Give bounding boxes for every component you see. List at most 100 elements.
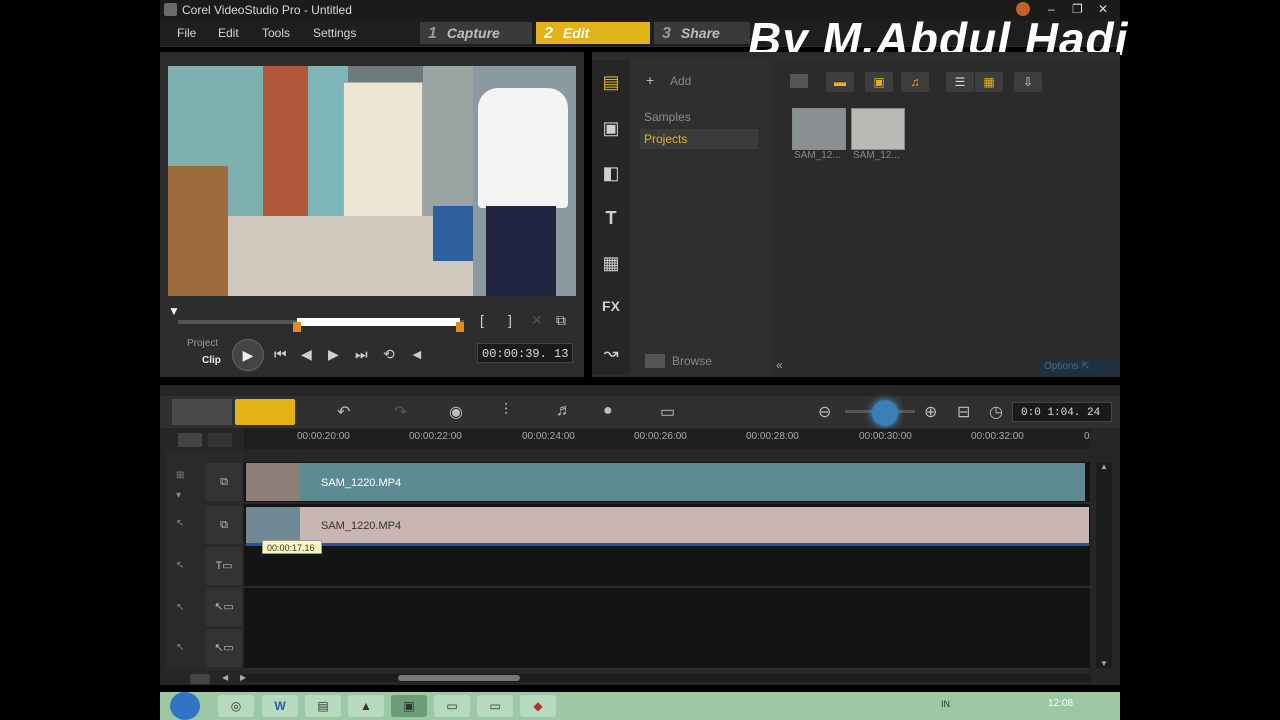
trim-start-handle[interactable] [293, 322, 301, 332]
clip-thumbnail [246, 507, 300, 543]
undo-icon[interactable]: ↶ [337, 402, 350, 422]
sound-mixer-icon[interactable]: ⫶ [504, 402, 508, 420]
options-button[interactable]: Options ⇱ [1040, 360, 1118, 374]
path-icon[interactable]: ↝ [598, 343, 624, 364]
tab-edit[interactable]: 2 Edit [536, 22, 650, 44]
taskbar-app[interactable]: ◆ [520, 695, 556, 717]
fit-project-icon[interactable]: ⊟ [957, 402, 970, 422]
taskbar-app-chrome[interactable]: ◎ [218, 695, 254, 717]
tab-capture[interactable]: 1 Capture [420, 22, 532, 44]
taskbar-app[interactable]: ▭ [477, 695, 513, 717]
project-duration: 0:0 1:04. 24 [1012, 402, 1112, 422]
split-icon[interactable]: ✕ [531, 312, 543, 329]
title-track[interactable] [244, 546, 1090, 587]
system-clock[interactable]: 12:08 [1048, 698, 1073, 709]
ruler-label: 00:00:30:00 [859, 431, 912, 442]
chapter-point-icon[interactable] [208, 433, 232, 447]
go-end-icon[interactable]: ⏭ [355, 346, 368, 363]
track-visibility-icon[interactable]: ⊞ [176, 470, 184, 481]
title-icon[interactable]: T [598, 208, 624, 229]
volume-icon[interactable]: ◄ [410, 346, 424, 362]
vertical-scrollbar[interactable]: ▲ ▼ [1096, 462, 1112, 668]
start-button[interactable] [170, 692, 200, 720]
timeline-toolbar [160, 396, 1120, 428]
taskbar-app-folder[interactable]: ▭ [434, 695, 470, 717]
auto-music-icon[interactable]: ♬ [556, 402, 572, 420]
track-dropdown-icon[interactable]: ▾ [176, 490, 181, 501]
horizontal-scrollbar-thumb[interactable] [398, 675, 520, 681]
player-timecode[interactable]: 00:00:39. 13 [477, 343, 573, 363]
add-icon[interactable]: + [646, 72, 654, 88]
taskbar [160, 692, 1120, 720]
title-track-icon: T▭ [206, 547, 242, 585]
media-icon[interactable]: ▤ [598, 72, 624, 93]
browse-icon[interactable] [645, 354, 665, 368]
voice-track[interactable] [244, 588, 1090, 629]
track-visibility-icon[interactable]: ↖ [176, 560, 184, 571]
zoom-out-icon[interactable]: ⊖ [818, 402, 831, 422]
storyboard-view-button[interactable] [172, 399, 232, 425]
show-photo-icon[interactable]: ▣ [865, 72, 893, 92]
fx-icon[interactable]: FX [598, 298, 624, 314]
track-visibility-icon[interactable]: ↖ [176, 602, 184, 613]
horizontal-scrollbar[interactable] [244, 674, 1090, 682]
media-thumbnail[interactable] [792, 108, 846, 150]
mark-out-button[interactable]: ] [508, 312, 512, 328]
go-start-icon[interactable]: ⏮ [274, 346, 287, 363]
mark-in-button[interactable]: [ [480, 312, 484, 328]
mode-project[interactable]: Project [187, 338, 218, 349]
timeline-view-button[interactable] [235, 399, 295, 425]
video-preview[interactable] [168, 66, 576, 296]
taskbar-app-explorer[interactable]: ▤ [305, 695, 341, 717]
record-capture-icon[interactable]: ◉ [449, 402, 463, 422]
menu-edit[interactable]: Edit [218, 26, 239, 40]
zoom-slider-handle[interactable] [872, 400, 898, 426]
add-folder-button[interactable]: Add [670, 74, 691, 88]
instant-project-icon[interactable]: ▣ [598, 118, 624, 139]
enlarge-icon[interactable]: ⧉ [556, 312, 566, 329]
language-indicator[interactable]: IN [941, 699, 950, 709]
show-video-icon[interactable]: ▬ [826, 72, 854, 92]
collapse-library-icon[interactable]: « [776, 358, 783, 372]
next-frame-icon[interactable]: ▶ [328, 346, 339, 363]
track-visibility-icon[interactable]: ↖ [176, 518, 184, 529]
overlay-clip[interactable]: SAM_1220.MP4 [246, 507, 1089, 546]
trim-end-handle[interactable] [456, 322, 464, 332]
menu-file[interactable]: File [177, 26, 196, 40]
thumbnail-view-icon[interactable]: ▦ [975, 72, 1003, 92]
redo-icon[interactable]: ↷ [394, 402, 407, 422]
taskbar-app[interactable]: ▲ [348, 695, 384, 717]
playhead-marker-icon[interactable]: ▼ [168, 304, 180, 318]
timeline-nav-icon[interactable] [190, 674, 210, 684]
subtitle-editor-icon[interactable]: ▭ [660, 402, 675, 422]
music-track[interactable] [244, 628, 1090, 669]
video-clip[interactable]: SAM_1220.MP4 [246, 463, 1085, 501]
scroll-right-icon[interactable]: ▶ [240, 673, 246, 682]
taskbar-app-word[interactable]: W [262, 695, 298, 717]
menu-tools[interactable]: Tools [262, 26, 290, 40]
menu-settings[interactable]: Settings [313, 26, 356, 40]
motion-tracking-icon[interactable]: ● [603, 402, 613, 420]
play-button[interactable]: ▶ [232, 339, 264, 371]
track-visibility-icon[interactable]: ↖ [176, 642, 184, 653]
repeat-icon[interactable]: ⟲ [383, 346, 395, 363]
show-audio-icon[interactable]: ♫ [901, 72, 929, 92]
folder-icon[interactable] [790, 74, 808, 88]
prev-frame-icon[interactable]: ◀ [301, 346, 312, 363]
sort-icon[interactable]: ⇩ [1014, 72, 1042, 92]
tab-share[interactable]: 3 Share [654, 22, 750, 44]
folder-samples[interactable]: Samples [640, 107, 758, 127]
scroll-up-icon[interactable]: ▲ [1100, 462, 1108, 471]
media-thumbnail[interactable] [851, 108, 905, 150]
scroll-left-icon[interactable]: ◀ [222, 673, 228, 682]
folder-projects[interactable]: Projects [640, 129, 758, 149]
zoom-in-icon[interactable]: ⊕ [924, 402, 937, 422]
browse-button[interactable]: Browse [672, 354, 712, 368]
track-manager-icon[interactable] [178, 433, 202, 447]
scroll-down-icon[interactable]: ▼ [1100, 659, 1108, 668]
list-view-icon[interactable]: ☰ [946, 72, 974, 92]
mode-clip[interactable]: Clip [202, 355, 221, 366]
transition-icon[interactable]: ◧ [598, 163, 624, 184]
graphic-icon[interactable]: ▦ [598, 253, 624, 274]
taskbar-app-videostudio[interactable]: ▣ [391, 695, 427, 717]
